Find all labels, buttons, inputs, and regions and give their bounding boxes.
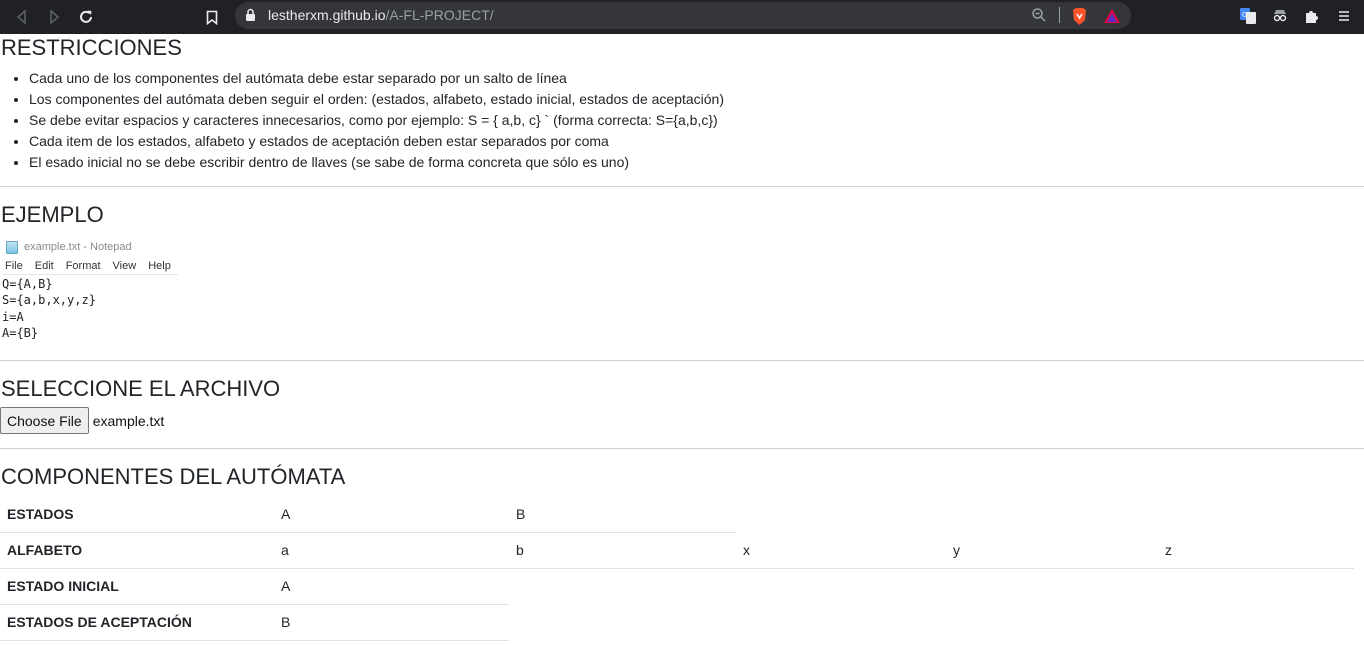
list-item: Se debe evitar espacios y caracteres inn… xyxy=(29,110,724,131)
restricciones-list: Cada uno de los componentes del autómata… xyxy=(0,68,724,173)
table-cell: x xyxy=(736,532,946,569)
notepad-titlebar: example.txt - Notepad xyxy=(2,237,180,257)
extensions-puzzle-icon[interactable] xyxy=(1302,6,1322,26)
menu-icon[interactable] xyxy=(1334,6,1354,26)
notepad-menu-item: Help xyxy=(148,260,171,272)
notepad-line: i=A xyxy=(2,309,24,324)
row-header: ALFABETO xyxy=(0,532,274,569)
notepad-line: A={B} xyxy=(2,325,39,340)
componentes-heading: COMPONENTES DEL AUTÓMATA xyxy=(1,464,346,489)
table-row: ESTADO INICIAL A xyxy=(0,568,1354,605)
automata-components-table: ESTADOS A B ALFABETO a b x y z ESTADO IN… xyxy=(0,496,1354,641)
notepad-line: S={a,b,x,y,z} xyxy=(2,293,96,308)
list-item: Cada item de los estados, alfabeto y est… xyxy=(29,131,724,152)
section-divider xyxy=(0,360,1364,361)
section-divider xyxy=(0,186,1364,187)
table-cell: z xyxy=(1158,532,1354,569)
browser-toolbar: lestherxm.github.io/A-FL-PROJECT/ G xyxy=(0,0,1364,34)
reload-icon[interactable] xyxy=(75,6,97,28)
notepad-icon xyxy=(6,240,18,254)
forward-icon[interactable] xyxy=(43,6,65,28)
table-cell: A xyxy=(274,568,509,605)
brave-shield-icon[interactable] xyxy=(1069,6,1089,26)
selected-file-name: example.txt xyxy=(92,412,165,429)
table-cell: A xyxy=(274,496,509,533)
spy-extension-icon[interactable] xyxy=(1270,6,1290,26)
omnibox-divider xyxy=(1059,7,1060,23)
address-bar[interactable]: lestherxm.github.io/A-FL-PROJECT/ xyxy=(235,2,1131,29)
zoom-icon[interactable] xyxy=(1031,7,1047,28)
choose-file-button[interactable]: Choose File xyxy=(0,407,89,434)
row-header: ESTADO INICIAL xyxy=(0,568,274,605)
translate-extension-icon[interactable]: G xyxy=(1238,6,1258,26)
url-text: lestherxm.github.io/A-FL-PROJECT/ xyxy=(268,7,494,23)
table-row: ALFABETO a b x y z xyxy=(0,532,1354,569)
file-input[interactable]: Choose File example.txt xyxy=(0,407,164,434)
table-cell: y xyxy=(946,532,1158,569)
section-divider xyxy=(0,448,1364,449)
back-icon[interactable] xyxy=(11,6,33,28)
row-header: ESTADOS xyxy=(0,496,274,533)
table-cell: a xyxy=(274,532,509,569)
notepad-menu-item: Edit xyxy=(34,260,54,272)
restricciones-heading: RESTRICCIONES xyxy=(1,35,182,60)
url-host: lestherxm.github.io xyxy=(268,7,386,23)
notepad-menu-item: File xyxy=(5,260,23,272)
lock-icon xyxy=(245,8,256,27)
list-item: Los componentes del autómata deben segui… xyxy=(29,89,724,110)
notepad-window-title: example.txt - Notepad xyxy=(24,241,132,253)
row-header: ESTADOS DE ACEPTACIÓN xyxy=(0,604,274,641)
table-row: ESTADOS A B xyxy=(0,496,1354,533)
notepad-menubar: File Edit Format View Help xyxy=(2,260,178,275)
list-item: El esado inicial no se debe escribir den… xyxy=(29,152,724,173)
list-item: Cada uno de los componentes del autómata… xyxy=(29,68,724,89)
svg-text:G: G xyxy=(1242,11,1247,19)
notepad-menu-item: Format xyxy=(65,260,101,272)
archivo-heading: SELECCIONE EL ARCHIVO xyxy=(1,376,281,401)
url-path: /A-FL-PROJECT/ xyxy=(385,7,494,23)
table-cell: B xyxy=(509,496,736,533)
notepad-line: Q={A,B} xyxy=(2,277,53,291)
notepad-menu-item: View xyxy=(112,260,137,272)
notepad-text: Q={A,B} S={a,b,x,y,z} i=A A={B} xyxy=(2,276,180,341)
brave-rewards-icon[interactable] xyxy=(1102,6,1122,26)
table-cell: b xyxy=(509,532,736,569)
bookmark-icon[interactable] xyxy=(201,6,223,28)
ejemplo-heading: EJEMPLO xyxy=(1,202,104,227)
table-cell: B xyxy=(274,604,509,641)
table-row: ESTADOS DE ACEPTACIÓN B xyxy=(0,604,1354,641)
notepad-example-image: example.txt - Notepad File Edit Format V… xyxy=(2,237,180,341)
